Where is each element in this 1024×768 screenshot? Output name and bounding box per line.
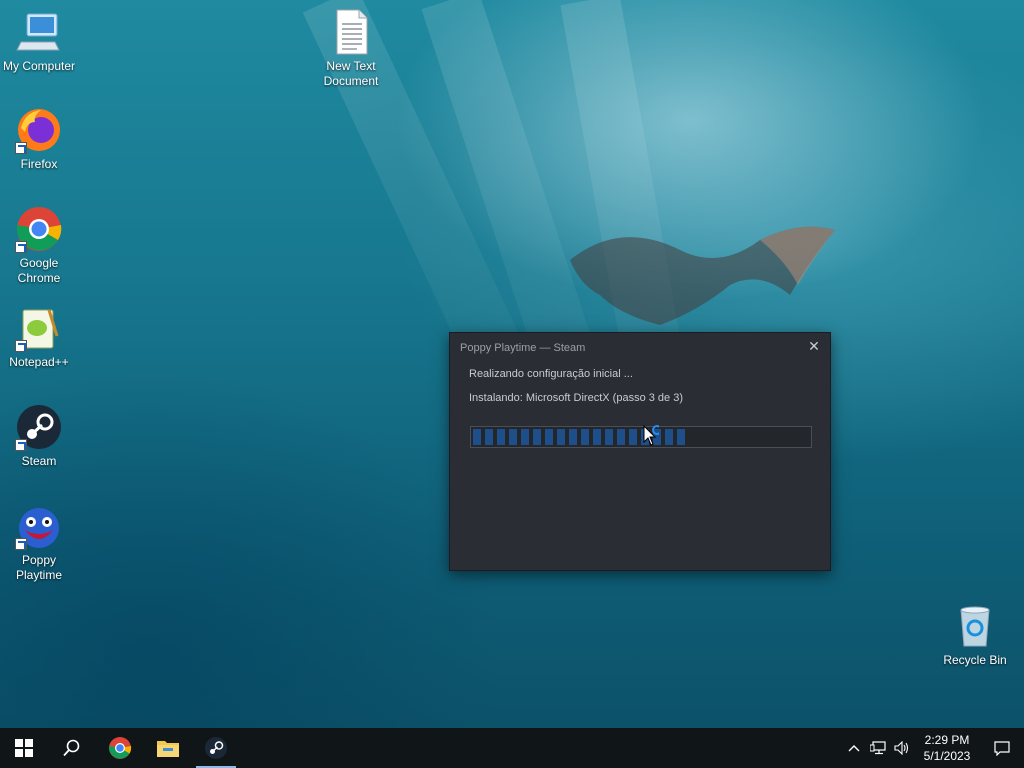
poppy-playtime-icon — [15, 502, 63, 550]
network-icon — [870, 741, 886, 755]
chrome-icon — [108, 737, 132, 759]
computer-icon — [15, 8, 63, 56]
show-hidden-icons-button[interactable] — [842, 728, 866, 768]
speaker-icon — [894, 741, 909, 755]
desktop-icon-google-chrome[interactable]: Google Chrome — [0, 205, 78, 286]
desktop-icon-label: Recycle Bin — [943, 653, 1007, 667]
notepad-plus-plus-icon — [15, 304, 63, 352]
network-button[interactable] — [866, 728, 890, 768]
desktop-icon-label: Firefox — [20, 157, 58, 171]
chrome-icon — [15, 205, 63, 253]
shortcut-arrow-icon — [15, 340, 27, 352]
taskbar-clock[interactable]: 2:29 PM 5/1/2023 — [914, 732, 980, 764]
status-text: Realizando configuração inicial ... — [469, 368, 633, 380]
desktop-icon-my-computer[interactable]: My Computer — [0, 8, 78, 74]
desktop-icon-label: Poppy Playtime — [15, 553, 62, 582]
desktop-icon-poppy-playtime[interactable]: Poppy Playtime — [0, 502, 78, 583]
dialog-title: Poppy Playtime — Steam — [460, 342, 586, 354]
volume-button[interactable] — [890, 728, 914, 768]
text-document-icon — [327, 8, 375, 56]
desktop-icon-label: Notepad++ — [9, 355, 69, 369]
clock-date: 5/1/2023 — [923, 749, 971, 763]
desktop-icon-label: New Text Document — [323, 59, 379, 88]
chevron-up-icon — [848, 745, 860, 752]
shortcut-arrow-icon — [15, 142, 27, 154]
windows-start-icon — [15, 739, 33, 757]
firefox-icon — [15, 106, 63, 154]
desktop-icon-steam[interactable]: Steam — [0, 403, 78, 469]
close-icon: ✕ — [808, 338, 820, 354]
desktop-icon-label: Steam — [21, 454, 57, 468]
shortcut-arrow-icon — [15, 538, 27, 550]
search-icon — [63, 739, 80, 757]
desktop-icon-label: My Computer — [2, 59, 76, 73]
clock-time: 2:29 PM — [924, 733, 970, 747]
taskbar-steam-button[interactable] — [192, 728, 240, 768]
taskbar: 2:29 PM 5/1/2023 — [0, 728, 1024, 768]
desktop-icon-firefox[interactable]: Firefox — [0, 106, 78, 172]
search-button[interactable] — [48, 728, 96, 768]
notification-icon — [994, 740, 1010, 756]
install-step-text: Instalando: Microsoft DirectX (passo 3 d… — [469, 392, 683, 404]
shortcut-arrow-icon — [15, 439, 27, 451]
desktop-icon-label: Google Chrome — [17, 256, 61, 285]
desktop-icon-notepad-plus-plus[interactable]: Notepad++ — [0, 304, 78, 370]
taskbar-file-explorer-button[interactable] — [144, 728, 192, 768]
system-tray: 2:29 PM 5/1/2023 — [842, 728, 1024, 768]
action-center-button[interactable] — [980, 728, 1024, 768]
install-progress-bar — [470, 426, 812, 448]
busy-cursor-icon — [643, 425, 659, 446]
steam-icon — [205, 737, 227, 759]
steam-install-dialog: Poppy Playtime — Steam ✕ Realizando conf… — [449, 332, 831, 571]
recycle-bin-icon — [951, 602, 999, 650]
file-explorer-icon — [157, 741, 179, 757]
wallpaper-swimmer — [570, 226, 835, 325]
close-button[interactable]: ✕ — [806, 338, 822, 354]
taskbar-chrome-button[interactable] — [96, 728, 144, 768]
start-button[interactable] — [0, 728, 48, 768]
desktop-icon-new-text-document[interactable]: New Text Document — [312, 8, 390, 89]
desktop-icon-recycle-bin[interactable]: Recycle Bin — [936, 602, 1014, 668]
steam-icon — [15, 403, 63, 451]
shortcut-arrow-icon — [15, 241, 27, 253]
